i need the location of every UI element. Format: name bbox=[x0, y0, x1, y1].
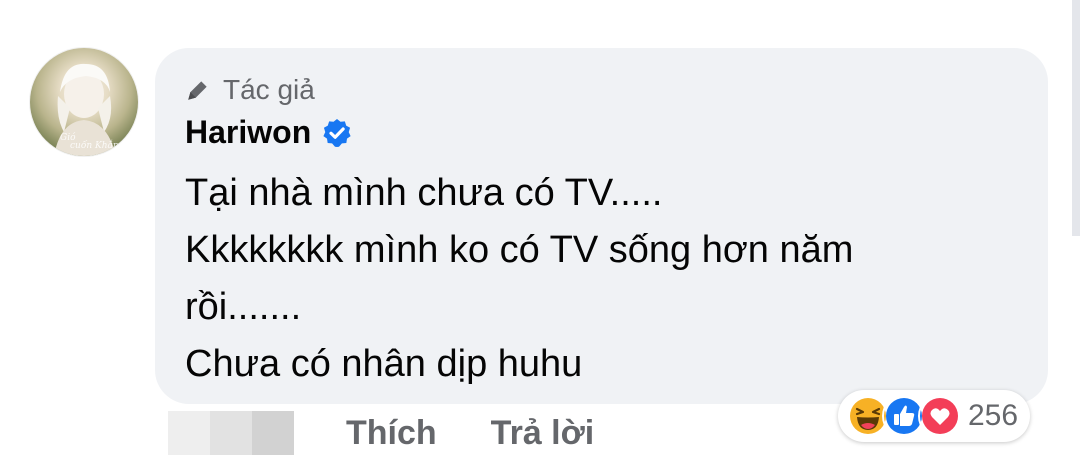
avatar-portrait: Gió cuốn Khắm bbox=[54, 63, 121, 156]
comment-line: rồi....... bbox=[185, 286, 302, 328]
scrollbar[interactable] bbox=[1072, 0, 1080, 236]
comment-line: Kkkkkkkk mình ko có TV sống hơn năm bbox=[185, 229, 854, 271]
comment-screenshot: Gió cuốn Khắm Tác giả Hariwon Tại nhà mì… bbox=[0, 0, 1080, 474]
comment-line: Tại nhà mình chưa có TV..... bbox=[185, 172, 663, 214]
love-icon bbox=[918, 394, 962, 438]
svg-text:cuốn Khắm: cuốn Khắm bbox=[70, 139, 121, 151]
reaction-summary[interactable]: 256 bbox=[838, 390, 1031, 442]
pen-icon bbox=[188, 81, 207, 100]
comment-actions: Thích Trả lời bbox=[168, 410, 648, 456]
author-badge-label: Tác giả bbox=[223, 74, 315, 105]
avatar[interactable]: Gió cuốn Khắm bbox=[30, 48, 138, 156]
comment-line: Chưa có nhân dịp huhu bbox=[185, 343, 583, 385]
like-button[interactable]: Thích bbox=[346, 414, 437, 453]
author-row: Hariwon bbox=[185, 114, 353, 151]
reaction-count: 256 bbox=[968, 399, 1019, 432]
author-name[interactable]: Hariwon bbox=[185, 114, 311, 151]
comment-bubble: Tác giả Hariwon Tại nhà mình chưa có TV.… bbox=[155, 48, 1048, 404]
author-badge: Tác giả bbox=[185, 74, 315, 106]
reply-button[interactable]: Trả lời bbox=[491, 414, 595, 453]
redacted-timestamp bbox=[168, 411, 294, 455]
comment-body: Tại nhà mình chưa có TV..... Kkkkkkkk mì… bbox=[185, 165, 1005, 393]
verified-badge-icon bbox=[323, 118, 351, 147]
